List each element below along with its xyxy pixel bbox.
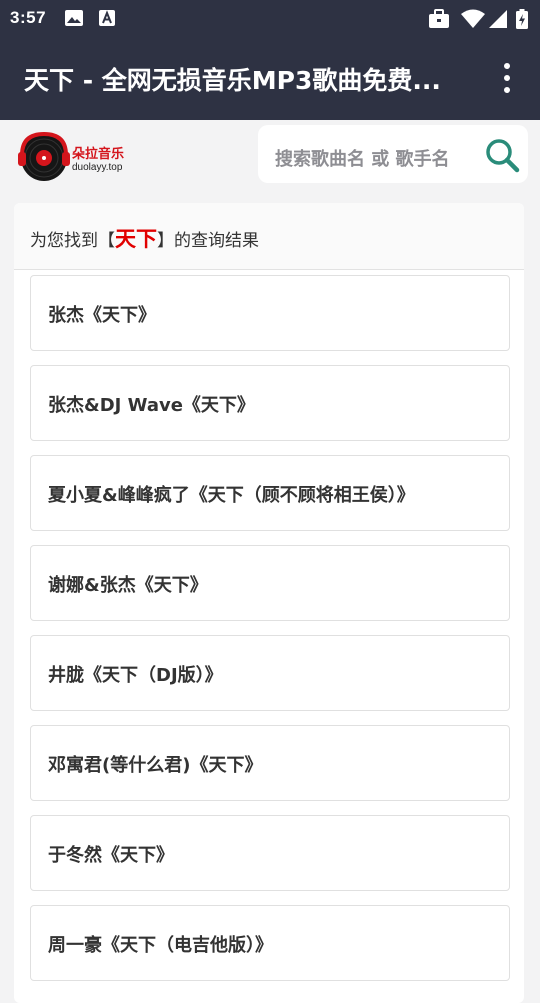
results-list: 张杰《天下》 张杰&DJ Wave《天下》 夏小夏&峰峰疯了《天下（顾不顾将相王…	[30, 275, 510, 995]
list-item[interactable]: 邓寓君(等什么君)《天下》	[30, 725, 510, 801]
list-item[interactable]: 夏小夏&峰峰疯了《天下（顾不顾将相王侯）》	[30, 455, 510, 531]
song-title: 张杰&DJ Wave《天下》	[48, 395, 255, 416]
song-title: 邓寓君(等什么君)《天下》	[48, 755, 263, 776]
site-header: 朵拉音乐 duolayy.top 搜索歌曲名 或 歌手名	[0, 120, 540, 194]
list-item[interactable]: 张杰&DJ Wave《天下》	[30, 365, 510, 441]
list-item[interactable]: 张杰《天下》	[30, 275, 510, 351]
battery-icon	[516, 9, 528, 29]
search-box[interactable]: 搜索歌曲名 或 歌手名	[258, 125, 528, 183]
results-summary: 为您找到【天下】的查询结果	[30, 223, 259, 253]
list-item[interactable]: 于冬然《天下》	[30, 815, 510, 891]
site-logo[interactable]: 朵拉音乐 duolayy.top	[16, 128, 136, 184]
song-title: 夏小夏&峰峰疯了《天下（顾不顾将相王侯）》	[48, 485, 415, 506]
image-icon	[65, 10, 83, 26]
briefcase-icon	[429, 9, 449, 28]
list-item[interactable]: 谢娜&张杰《天下》	[30, 545, 510, 621]
status-bar: 3:57	[0, 0, 540, 36]
song-title: 于冬然《天下》	[48, 845, 174, 866]
logo-brand: 朵拉音乐	[72, 147, 125, 162]
song-title: 张杰《天下》	[48, 305, 156, 326]
signal-icon	[489, 10, 507, 28]
logo-domain: duolayy.top	[72, 162, 123, 173]
font-download-icon	[99, 10, 115, 26]
search-keyword: 天下	[115, 227, 157, 251]
results-suffix: 】的查询结果	[157, 231, 259, 251]
status-time: 3:57	[10, 8, 47, 27]
results-header: 为您找到【天下】的查询结果	[14, 203, 524, 270]
results-panel: 为您找到【天下】的查询结果 张杰《天下》 张杰&DJ Wave《天下》 夏小夏&…	[14, 203, 524, 1003]
search-input[interactable]: 搜索歌曲名 或 歌手名	[275, 145, 450, 171]
search-icon[interactable]	[484, 137, 520, 173]
app-bar: 天下 - 全网无损音乐MP3歌曲免费...	[0, 36, 540, 120]
page-title: 天下 - 全网无损音乐MP3歌曲免费...	[24, 66, 441, 95]
more-vert-icon[interactable]	[492, 60, 522, 96]
results-prefix: 为您找到【	[30, 231, 115, 251]
wifi-icon	[461, 9, 485, 28]
song-title: 谢娜&张杰《天下》	[48, 575, 208, 596]
vinyl-record-icon	[18, 131, 70, 181]
song-title: 周一豪《天下（电吉他版）》	[48, 935, 273, 956]
list-item[interactable]: 井胧《天下（DJ版）》	[30, 635, 510, 711]
song-title: 井胧《天下（DJ版）》	[48, 665, 223, 686]
list-item[interactable]: 周一豪《天下（电吉他版）》	[30, 905, 510, 981]
